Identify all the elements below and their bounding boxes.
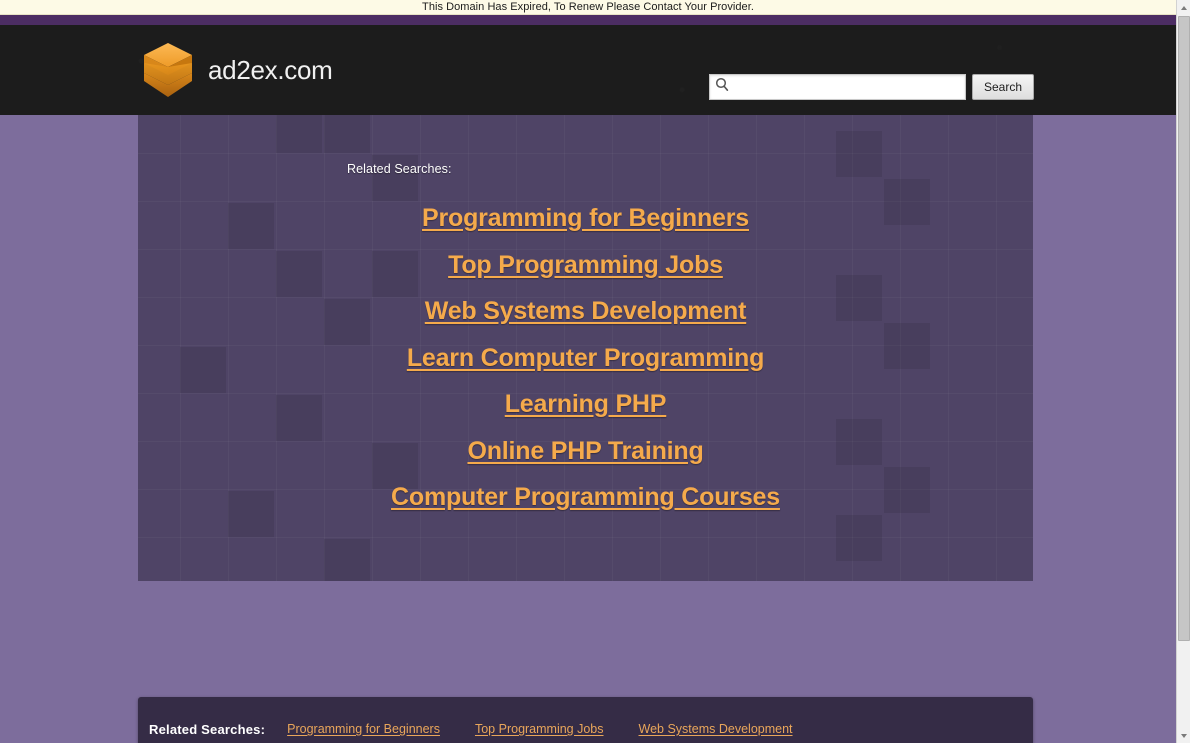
vertical-scrollbar[interactable] (1176, 0, 1190, 743)
chevron-down-icon[interactable] (1177, 728, 1190, 743)
search-area: Search (709, 74, 1034, 100)
search-link[interactable]: Computer Programming Courses (391, 474, 780, 521)
chevron-up-icon[interactable] (1177, 0, 1190, 15)
search-link[interactable]: Online PHP Training (467, 428, 703, 475)
page-body: Related Searches: Programming for Beginn… (0, 115, 1176, 743)
search-icon (715, 77, 729, 97)
bar-link[interactable]: Web Systems Development (639, 722, 793, 736)
site-header: ad2ex.com Search (0, 25, 1176, 115)
search-input[interactable] (729, 75, 961, 99)
related-searches-bar-label: Related Searches: (149, 721, 266, 737)
bar-link[interactable]: Programming for Beginners (287, 722, 440, 736)
bar-link[interactable]: Top Programming Jobs (475, 722, 604, 736)
accent-strip (0, 15, 1176, 25)
related-searches-label: Related Searches: (347, 162, 452, 176)
search-button[interactable]: Search (972, 74, 1034, 100)
search-link[interactable]: Learn Computer Programming (407, 335, 765, 382)
scrollbar-thumb[interactable] (1178, 16, 1190, 641)
search-link[interactable]: Learning PHP (505, 381, 667, 428)
related-searches-links: Programming for Beginners Top Programmin… (138, 195, 1033, 521)
related-searches-bar: Related Searches: Programming for Beginn… (138, 697, 1033, 743)
search-box[interactable] (709, 74, 966, 100)
domain-expiry-banner: This Domain Has Expired, To Renew Please… (0, 0, 1176, 15)
brand[interactable]: ad2ex.com (141, 41, 333, 99)
search-link[interactable]: Top Programming Jobs (448, 242, 723, 289)
related-searches-bar-links: Programming for Beginners Top Programmin… (287, 722, 792, 736)
brand-name: ad2ex.com (208, 54, 333, 85)
search-link[interactable]: Web Systems Development (425, 288, 747, 335)
related-searches-panel: Related Searches: Programming for Beginn… (138, 115, 1033, 581)
cube-logo-icon (141, 41, 195, 99)
domain-expiry-message: This Domain Has Expired, To Renew Please… (422, 0, 754, 13)
search-link[interactable]: Programming for Beginners (422, 195, 749, 242)
